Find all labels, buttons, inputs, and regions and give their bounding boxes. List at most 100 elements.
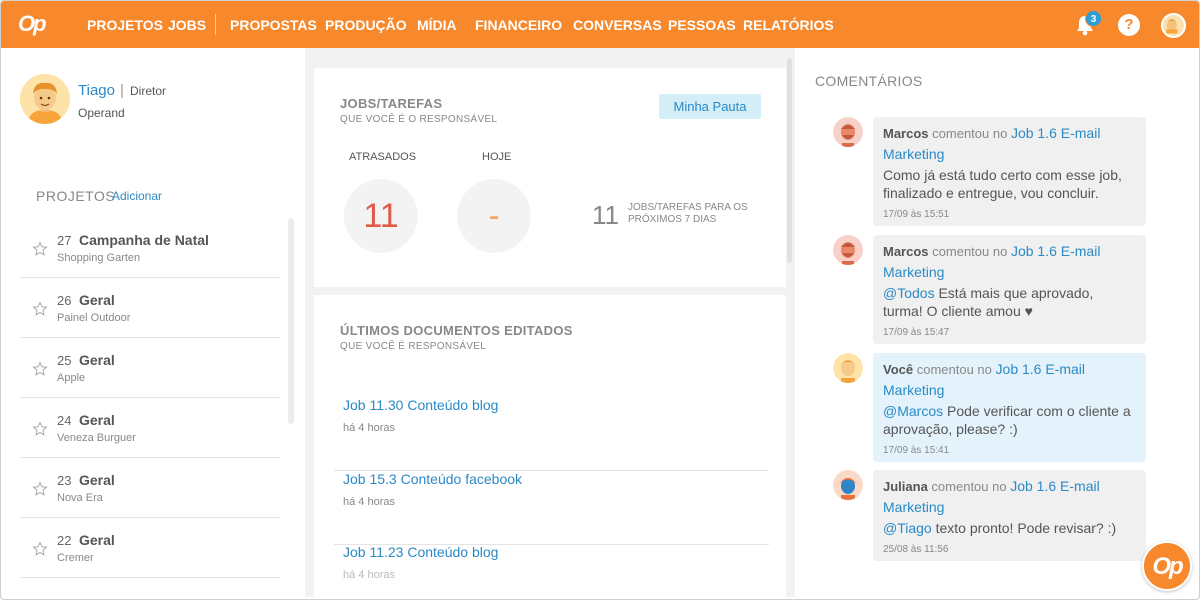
- comments-title: COMENTÁRIOS: [815, 73, 923, 89]
- document-item[interactable]: Job 11.30 Conteúdo blog há 4 horas: [334, 397, 769, 471]
- projects-list: 27 Campanha de Natal Shopping Garten 26 …: [20, 218, 281, 578]
- star-icon[interactable]: [32, 301, 48, 317]
- commenter-avatar[interactable]: [833, 470, 863, 500]
- comment-mention[interactable]: @Tiago: [883, 520, 932, 536]
- nav-conversas[interactable]: CONVERSAS: [573, 17, 662, 33]
- nav-propostas[interactable]: PROPOSTAS: [230, 17, 317, 33]
- project-item[interactable]: 24 Geral Veneza Burguer: [20, 398, 281, 458]
- comment-author[interactable]: Juliana: [883, 479, 928, 494]
- project-item[interactable]: 23 Geral Nova Era: [20, 458, 281, 518]
- comment-time: 17/09 às 15:41: [883, 445, 950, 456]
- comment-verb: comentou no: [916, 362, 992, 377]
- late-count[interactable]: 11: [344, 179, 418, 253]
- docs-card-subtitle: QUE VOCÊ É RESPONSÁVEL: [340, 341, 487, 352]
- comment-text: @Todos Está mais que aprovado, turma! O …: [883, 284, 1136, 320]
- nav-producao[interactable]: PRODUÇÃO: [325, 17, 407, 33]
- nav-midia[interactable]: MÍDIA: [417, 17, 457, 33]
- next-days-label: JOBS/TAREFAS PARA OS PRÓXIMOS 7 DIAS: [628, 202, 748, 225]
- left-panel: Tiago | Diretor Operand PROJETOS Adicion…: [1, 48, 304, 597]
- project-name[interactable]: Geral: [79, 472, 115, 488]
- comment-author[interactable]: Marcos: [883, 126, 929, 141]
- nav-pessoas[interactable]: PESSOAS: [668, 17, 736, 33]
- star-icon[interactable]: [32, 241, 48, 257]
- comment-verb: comentou no: [932, 126, 1008, 141]
- comment-header: Você comentou no Job 1.6 E-mail Marketin…: [883, 359, 1136, 401]
- comment-text: @Marcos Pode verificar com o cliente a a…: [883, 402, 1136, 438]
- projects-title: PROJETOS: [36, 188, 116, 204]
- add-project-link[interactable]: Adicionar: [112, 189, 162, 203]
- minha-pauta-button[interactable]: Minha Pauta: [659, 94, 761, 119]
- jobs-card-subtitle: QUE VOCÊ É O RESPONSÁVEL: [340, 114, 498, 125]
- project-client: Painel Outdoor: [57, 312, 131, 324]
- project-number: 22: [57, 533, 72, 548]
- user-avatar[interactable]: [1161, 13, 1186, 38]
- projects-scrollbar[interactable]: [288, 218, 294, 424]
- document-item[interactable]: Job 15.3 Conteúdo facebook há 4 horas: [334, 471, 769, 545]
- comment-time: 25/08 às 11:56: [883, 544, 949, 555]
- star-icon[interactable]: [32, 421, 48, 437]
- notification-badge: 3: [1085, 10, 1102, 27]
- comment-header: Juliana comentou no Job 1.6 E-mail Marke…: [883, 476, 1136, 518]
- document-title[interactable]: Job 11.30 Conteúdo blog: [343, 397, 498, 413]
- comments-panel: COMENTÁRIOS Marcos comentou no Job 1.6 E…: [796, 48, 1199, 597]
- commenter-avatar[interactable]: [833, 353, 863, 383]
- today-count[interactable]: -: [457, 179, 531, 253]
- profile-avatar[interactable]: [20, 74, 70, 124]
- profile-name[interactable]: Tiago: [78, 82, 115, 99]
- middle-panel: JOBS/TAREFAS QUE VOCÊ É O RESPONSÁVEL Mi…: [305, 48, 795, 600]
- nav-projetos[interactable]: PROJETOS: [87, 17, 163, 33]
- project-name[interactable]: Campanha de Natal: [79, 232, 209, 248]
- comment-bubble: Você comentou no Job 1.6 E-mail Marketin…: [873, 353, 1146, 462]
- late-label: ATRASADOS: [349, 151, 417, 163]
- project-number: 24: [57, 413, 72, 428]
- nav-separator: [215, 14, 216, 35]
- comment-author[interactable]: Marcos: [883, 244, 929, 259]
- document-date: há 4 horas: [343, 496, 395, 508]
- operand-chat-button[interactable]: Op: [1142, 541, 1192, 591]
- nav-relatorios[interactable]: RELATÓRIOS: [743, 17, 834, 33]
- commenter-avatar[interactable]: [833, 235, 863, 265]
- star-icon[interactable]: [32, 481, 48, 497]
- project-number: 25: [57, 353, 72, 368]
- nav-jobs[interactable]: JOBS: [168, 17, 206, 33]
- next-days-count[interactable]: 11: [592, 200, 619, 231]
- document-title[interactable]: Job 11.23 Conteúdo blog: [343, 544, 498, 560]
- comment-bubble: Marcos comentou no Job 1.6 E-mail Market…: [873, 117, 1146, 226]
- profile-company: Operand: [78, 106, 125, 120]
- project-client: Nova Era: [57, 492, 103, 504]
- project-number: 26: [57, 293, 72, 308]
- help-icon[interactable]: ?: [1118, 14, 1140, 36]
- comment-bubble: Juliana comentou no Job 1.6 E-mail Marke…: [873, 470, 1146, 561]
- project-name[interactable]: Geral: [79, 292, 115, 308]
- comment-verb: comentou no: [932, 244, 1008, 259]
- comment-body: texto pronto! Pode revisar? :): [935, 520, 1117, 536]
- comment-header: Marcos comentou no Job 1.6 E-mail Market…: [883, 123, 1136, 165]
- star-icon[interactable]: [32, 361, 48, 377]
- document-date: há 4 horas: [343, 569, 395, 581]
- comment-bubble: Marcos comentou no Job 1.6 E-mail Market…: [873, 235, 1146, 344]
- project-name[interactable]: Geral: [79, 532, 115, 548]
- profile-role: Diretor: [130, 84, 167, 98]
- comment-mention[interactable]: @Marcos: [883, 403, 943, 419]
- nav-financeiro[interactable]: FINANCEIRO: [475, 17, 562, 33]
- jobs-card: JOBS/TAREFAS QUE VOCÊ É O RESPONSÁVEL Mi…: [314, 68, 786, 287]
- comment-mention[interactable]: @Todos: [883, 285, 935, 301]
- project-item[interactable]: 27 Campanha de Natal Shopping Garten: [20, 218, 281, 278]
- commenter-avatar[interactable]: [833, 117, 863, 147]
- project-item[interactable]: 22 Geral Cremer: [20, 518, 281, 578]
- project-item[interactable]: 26 Geral Painel Outdoor: [20, 278, 281, 338]
- middle-scrollbar[interactable]: [787, 58, 792, 263]
- project-name[interactable]: Geral: [79, 412, 115, 428]
- project-client: Shopping Garten: [57, 252, 141, 264]
- docs-card: ÚLTIMOS DOCUMENTOS EDITADOS QUE VOCÊ É R…: [314, 295, 786, 600]
- operand-logo[interactable]: Op: [18, 11, 52, 37]
- document-item[interactable]: Job 11.23 Conteúdo blog há 4 horas: [334, 544, 769, 600]
- document-title[interactable]: Job 15.3 Conteúdo facebook: [343, 471, 522, 487]
- docs-card-title: ÚLTIMOS DOCUMENTOS EDITADOS: [340, 323, 573, 338]
- star-icon[interactable]: [32, 541, 48, 557]
- project-number: 23: [57, 473, 72, 488]
- today-label: HOJE: [482, 151, 512, 163]
- comment-author[interactable]: Você: [883, 362, 913, 377]
- project-name[interactable]: Geral: [79, 352, 115, 368]
- project-item[interactable]: 25 Geral Apple: [20, 338, 281, 398]
